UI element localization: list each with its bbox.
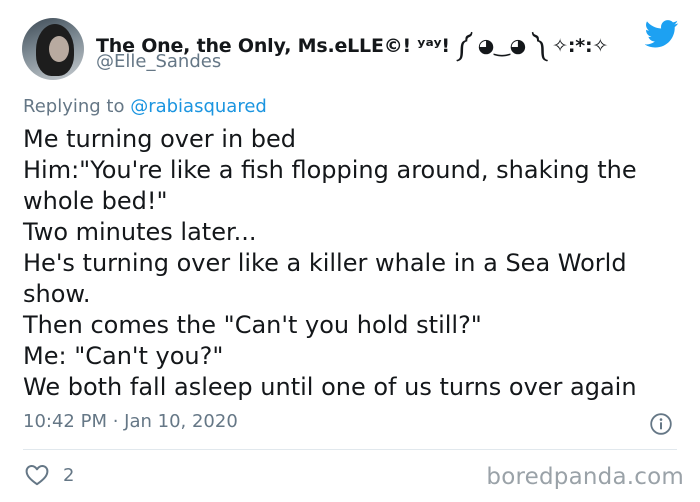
tweet-body: Me turning over in bed Him:"You're like …: [23, 124, 683, 403]
source-watermark: boredpanda.com: [486, 464, 684, 490]
like-count: 2: [63, 464, 75, 486]
tweet-card: The One, the Only, Ms.eLLE©! ʸᵃʸ! ༼ ◕‿◕ …: [0, 0, 700, 502]
tweet-body-line: Then comes the "Can't you hold still?": [23, 311, 482, 339]
tweet-body-line: We both fall asleep until one of us turn…: [23, 373, 637, 401]
heart-icon[interactable]: [25, 464, 49, 486]
divider: [23, 449, 677, 450]
tweet-timestamp[interactable]: 10:42 PM · Jan 10, 2020: [23, 411, 238, 432]
info-icon[interactable]: [650, 413, 672, 435]
tweet-body-line: Me turning over in bed: [23, 125, 297, 153]
avatar-face: [49, 36, 69, 62]
avatar[interactable]: [22, 18, 84, 80]
author-handle[interactable]: @Elle_Sandes: [96, 51, 221, 72]
tweet-body-line: Two minutes later...: [23, 218, 257, 246]
tweet-body-line: Me: "Can't you?": [23, 342, 224, 370]
tweet-body-line: show.: [23, 280, 91, 308]
twitter-bird-icon[interactable]: [645, 20, 679, 48]
reply-mention-link[interactable]: @rabiasquared: [130, 96, 267, 117]
replying-to-line: Replying to @rabiasquared: [23, 96, 267, 117]
replying-to-label: Replying to: [23, 96, 131, 117]
tweet-body-line: Him:"You're like a fish flopping around,…: [23, 156, 637, 184]
tweet-body-line: He's turning over like a killer whale in…: [23, 249, 627, 277]
tweet-body-line: whole bed!": [23, 187, 168, 215]
like-button[interactable]: 2: [25, 463, 74, 487]
